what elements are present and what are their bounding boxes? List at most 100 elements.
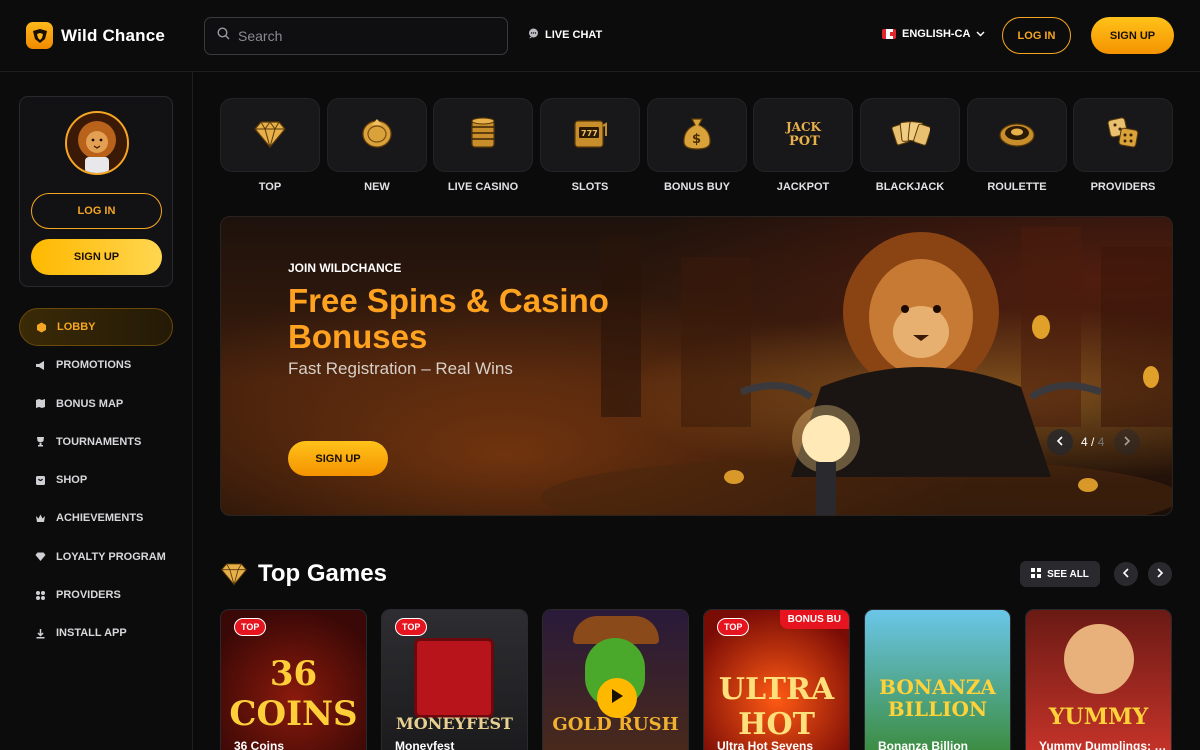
slide-prev-button[interactable] xyxy=(1047,429,1073,455)
header-signup-button[interactable]: SIGN UP xyxy=(1091,17,1174,54)
banner-subtitle: Fast Registration – Real Wins xyxy=(288,359,513,378)
category-tile xyxy=(433,98,533,172)
brand-logo[interactable]: Wild Chance xyxy=(26,22,165,49)
category-label: PROVIDERS xyxy=(1090,181,1156,193)
sidebar-item-lobby[interactable]: LOBBY xyxy=(19,308,173,346)
avatar xyxy=(65,111,129,175)
top-badge: TOP xyxy=(395,618,428,636)
category-roulette[interactable]: ROULETTE xyxy=(967,98,1067,193)
diamond-icon xyxy=(220,559,248,592)
svg-text:777: 777 xyxy=(581,129,598,138)
canada-flag-icon xyxy=(882,29,896,39)
language-label: ENGLISH-CA xyxy=(902,28,971,40)
grid-icon xyxy=(35,590,46,601)
chat-bubble-icon xyxy=(528,28,539,42)
slide-counter: 4 / 4 xyxy=(1081,435,1104,449)
jackpot-icon: JACK POT xyxy=(783,117,823,154)
roulette-icon xyxy=(998,118,1036,153)
game-card[interactable]: BONANZA BILLION Bonanza Billion xyxy=(864,609,1011,750)
sidebar-item-label: LOYALTY PROGRAM xyxy=(56,550,166,563)
banner-kicker: JOIN WILDCHANCE xyxy=(288,261,402,275)
sidebar-item-bonus-map[interactable]: BONUS MAP xyxy=(19,385,173,423)
header-login-button[interactable]: LOG IN xyxy=(1002,17,1071,54)
diamond-icon xyxy=(35,551,46,562)
sidebar-login-button[interactable]: LOG IN xyxy=(31,193,162,229)
banner-signup-button[interactable]: SIGN UP xyxy=(288,441,388,476)
sidebar-item-achievements[interactable]: ACHIEVEMENTS xyxy=(19,499,173,537)
play-button[interactable] xyxy=(597,678,637,718)
megaphone-icon xyxy=(35,360,46,371)
sidebar-item-providers[interactable]: PROVIDERS xyxy=(19,576,173,614)
live-chat-button[interactable]: LIVE CHAT xyxy=(528,28,602,42)
top-games-header: Top Games SEE ALL xyxy=(220,556,1173,592)
game-card[interactable]: MONEYFEST TOP Moneyfest xyxy=(381,609,528,750)
sidebar-item-install-app[interactable]: INSTALL APP xyxy=(19,614,173,652)
play-icon xyxy=(610,688,624,709)
category-tile: 777 xyxy=(540,98,640,172)
cards-icon xyxy=(890,117,932,154)
cube-icon xyxy=(36,322,47,333)
coin-icon xyxy=(360,116,394,155)
search-box[interactable] xyxy=(204,17,508,55)
game-card[interactable]: YUMMY Yummy Dumplings: Hold and Win xyxy=(1025,609,1172,750)
game-card[interactable]: GOLD RUSH xyxy=(542,609,689,750)
category-label: NEW xyxy=(364,181,390,193)
category-new[interactable]: NEW xyxy=(327,98,427,193)
sidebar-item-label: INSTALL APP xyxy=(56,627,127,640)
category-tile: JACK POT xyxy=(753,98,853,172)
shop-icon xyxy=(35,475,46,486)
banner-title: Free Spins & Casino Bonuses xyxy=(288,282,609,355)
top-header: Wild Chance LIVE CHAT ENGLISH-CA LOG IN … xyxy=(0,0,1200,72)
guest-profile-card: LOG IN SIGN UP xyxy=(19,96,173,287)
sidebar-item-loyalty[interactable]: LOYALTY PROGRAM xyxy=(19,538,173,576)
game-art-text: MONEYFEST xyxy=(396,714,513,733)
category-blackjack[interactable]: BLACKJACK xyxy=(860,98,960,193)
games-next-button[interactable] xyxy=(1148,562,1172,586)
category-label: BONUS BUY xyxy=(663,181,730,193)
dice-icon xyxy=(1105,115,1141,156)
character-illustration xyxy=(1064,624,1134,694)
brand-name: Wild Chance xyxy=(61,25,166,45)
chevron-down-icon xyxy=(976,28,985,40)
language-selector[interactable]: ENGLISH-CA xyxy=(882,28,985,40)
sidebar-item-label: PROMOTIONS xyxy=(56,359,132,372)
sidebar-item-label: BONUS MAP xyxy=(56,397,124,410)
sidebar-item-label: PROVIDERS xyxy=(56,589,121,602)
sidebar-nav: LOBBY PROMOTIONS BONUS MAP TOURNAMENTS S… xyxy=(19,308,173,653)
see-all-button[interactable]: SEE ALL xyxy=(1020,561,1100,587)
chevron-left-icon xyxy=(1122,565,1130,583)
category-label: BLACKJACK xyxy=(875,181,945,193)
slide-current: 4 xyxy=(1081,435,1088,449)
games-prev-button[interactable] xyxy=(1114,562,1138,586)
sidebar-item-promotions[interactable]: PROMOTIONS xyxy=(19,346,173,384)
section-title: Top Games xyxy=(258,560,387,587)
category-providers[interactable]: PROVIDERS xyxy=(1073,98,1173,193)
sidebar-signup-button[interactable]: SIGN UP xyxy=(31,239,162,275)
category-label: TOP xyxy=(258,181,282,193)
chevron-right-icon xyxy=(1156,565,1164,583)
category-bonus-buy[interactable]: $ BONUS BUY xyxy=(647,98,747,193)
sidebar-item-shop[interactable]: SHOP xyxy=(19,461,173,499)
chevron-left-icon xyxy=(1056,433,1064,451)
game-card[interactable]: ULTRA HOT TOP BONUS BU Ultra Hot Sevens xyxy=(703,609,850,750)
search-input[interactable] xyxy=(238,28,488,44)
sidebar-item-tournaments[interactable]: TOURNAMENTS xyxy=(19,423,173,461)
game-card[interactable]: 36 COINS TOP 36 Coins xyxy=(220,609,367,750)
game-thumbnail: BONANZA BILLION xyxy=(865,610,1010,750)
category-jackpot[interactable]: JACK POT JACKPOT xyxy=(753,98,853,193)
bonus-buy-badge: BONUS BU xyxy=(779,610,849,629)
category-top[interactable]: TOP xyxy=(220,98,320,193)
grid-icon xyxy=(1031,567,1042,581)
trophy-icon xyxy=(35,436,46,447)
game-title: Yummy Dumplings: Hold and Win xyxy=(1039,739,1169,750)
category-label: JACKPOT xyxy=(776,181,830,193)
category-tile xyxy=(967,98,1067,172)
sidebar-item-label: TOURNAMENTS xyxy=(56,435,142,448)
category-live-casino[interactable]: LIVE CASINO xyxy=(433,98,533,193)
slide-next-button[interactable] xyxy=(1114,429,1140,455)
sidebar-item-label: ACHIEVEMENTS xyxy=(56,512,144,525)
download-icon xyxy=(35,628,46,639)
hero-banner[interactable]: JOIN WILDCHANCE Free Spins & Casino Bonu… xyxy=(220,216,1173,516)
category-slots[interactable]: 777 SLOTS xyxy=(540,98,640,193)
svg-text:POT: POT xyxy=(789,134,820,149)
